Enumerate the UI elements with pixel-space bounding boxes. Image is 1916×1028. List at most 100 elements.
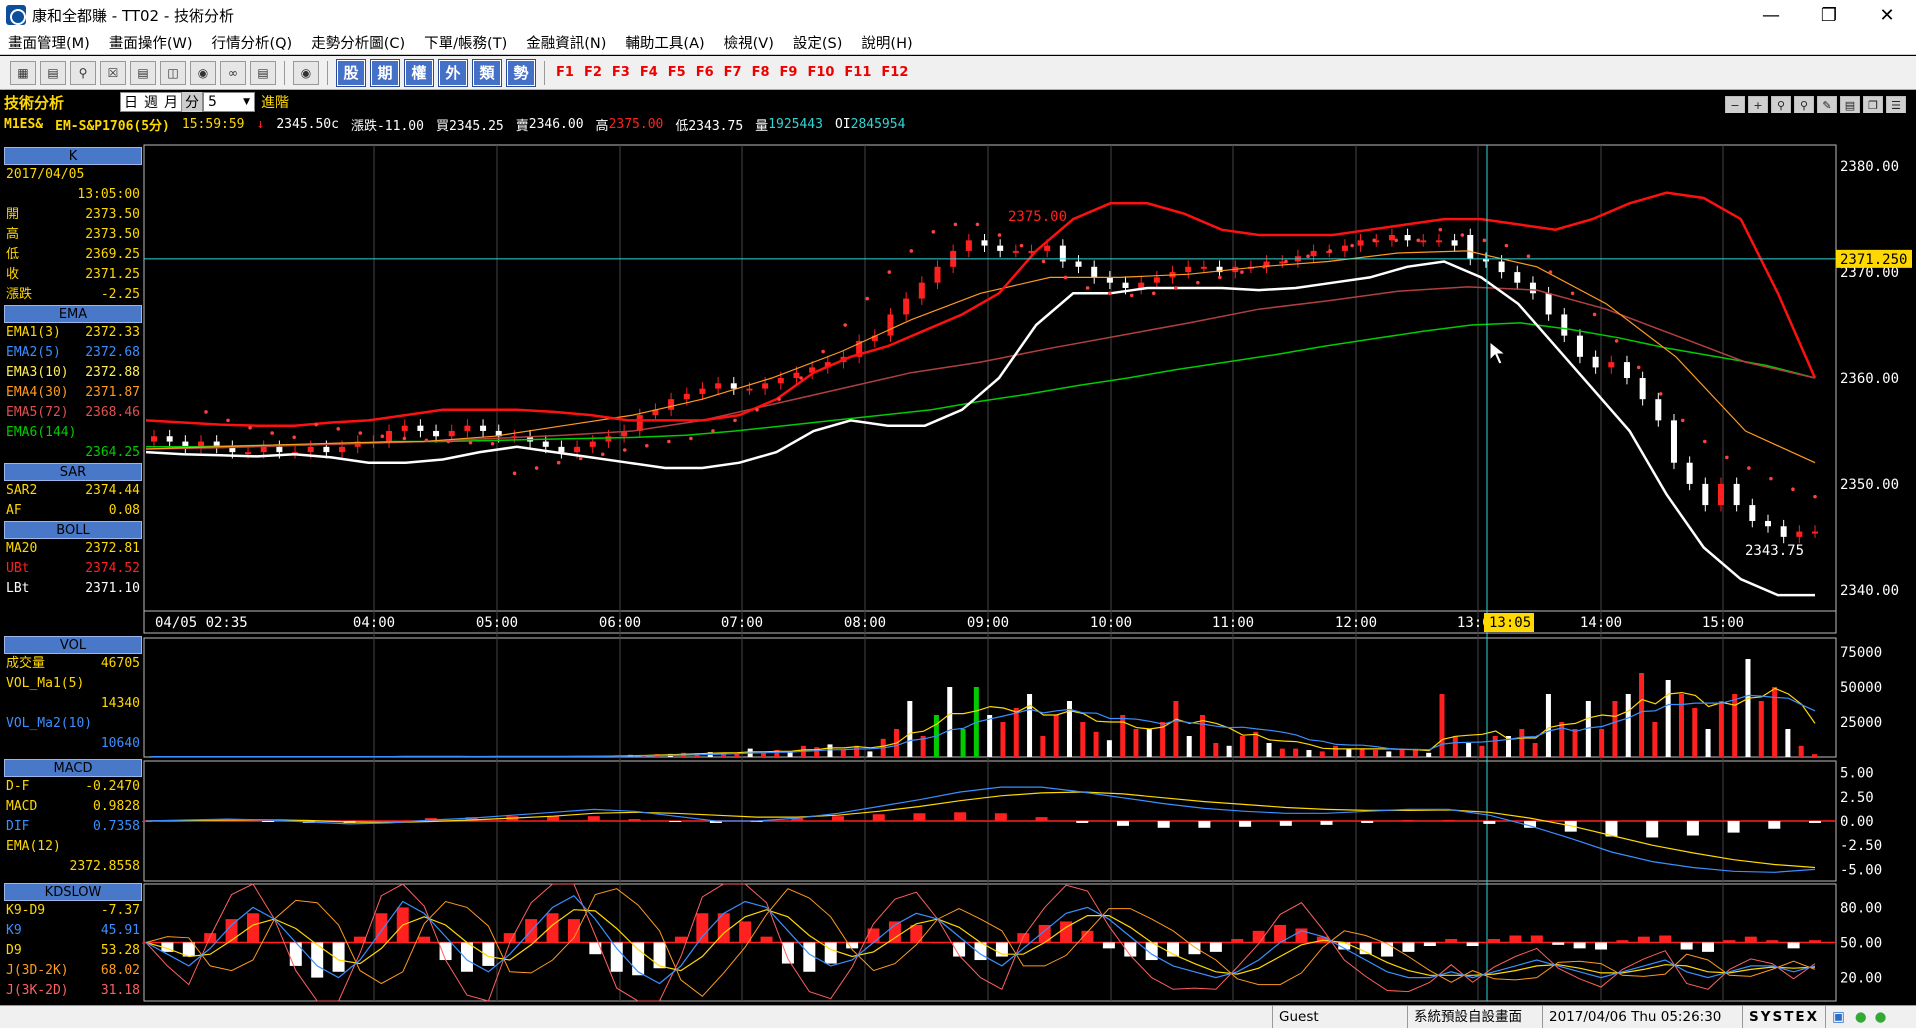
sar-dot — [512, 471, 517, 476]
vol-ma2-value-row: 10640 — [4, 734, 142, 754]
ema5-value: 2368.46 — [85, 405, 140, 420]
volume-bar — [1452, 736, 1458, 757]
candle-body — [276, 446, 283, 453]
sar-dot — [468, 440, 473, 445]
candle-body — [1310, 250, 1317, 257]
ema12-row: EMA(12) — [4, 837, 142, 857]
candle-body — [699, 388, 706, 394]
sar-row: SAR2 2374.44 — [4, 481, 142, 501]
volume-bar — [1732, 694, 1738, 757]
sar-dot — [1240, 270, 1244, 274]
candle-body — [1608, 362, 1615, 368]
macd-tick-label: 5.00 — [1840, 766, 1874, 782]
ema2-row: EMA2(5) 2372.68 — [4, 343, 142, 363]
kd-histogram-bar — [632, 942, 645, 976]
vol-ma1-label: VOL_Ma1(5) — [6, 676, 85, 691]
kd-histogram-bar — [674, 936, 687, 943]
sar-dot — [1107, 291, 1112, 296]
price-tick-label: 2380.00 — [1840, 159, 1899, 175]
volume-tick-label: 50000 — [1840, 680, 1882, 696]
macd-histogram-bar — [872, 814, 885, 821]
candle-body — [981, 240, 988, 246]
vol-ma2-row: VOL_Ma2(10) — [4, 714, 142, 734]
volume-bar — [1692, 708, 1698, 757]
candle-body — [1780, 526, 1787, 537]
candle-body — [1670, 420, 1677, 463]
lbt-value: 2371.10 — [85, 581, 140, 596]
volume-bar — [1466, 743, 1472, 757]
ma20-row: MA20 2372.81 — [4, 539, 142, 559]
k-close-row: 收 2371.25 — [4, 265, 142, 285]
macd-histogram-bar — [587, 816, 600, 821]
vol-ma2-label: VOL_Ma2(10) — [6, 716, 93, 731]
macd-tick-label: -2.50 — [1840, 838, 1882, 854]
j3k-label: J(3K-2D) — [6, 983, 69, 998]
sar-value: 2374.44 — [85, 483, 140, 498]
volume-bar — [1559, 722, 1565, 757]
candle-body — [1498, 261, 1505, 273]
k-change-row: 漲跌 -2.25 — [4, 285, 142, 305]
price-tick-label: 2350.00 — [1840, 477, 1899, 493]
sar-label: SAR2 — [6, 483, 38, 498]
server-icon: ● — [1874, 1009, 1887, 1025]
sar-dot — [556, 460, 561, 465]
candle-body — [574, 446, 581, 453]
candle-body — [182, 441, 189, 447]
sar-dot — [1504, 243, 1509, 248]
chart-canvas: 04/05 02:35 04:00 05:00 06:00 07:00 08:00 09:0… — [140, 144, 1912, 1002]
volume-bar — [1293, 748, 1299, 757]
volume-bar — [1412, 750, 1418, 757]
volume-bar — [1093, 731, 1099, 757]
volume-bar — [947, 687, 953, 757]
vol-label: 成交量 — [6, 656, 46, 671]
kd-histogram-bar — [824, 942, 837, 964]
crosshair-price-label: 2371.250 — [1840, 252, 1907, 268]
volume-bar — [1106, 740, 1112, 757]
sar-dot — [909, 249, 914, 253]
sar-dot — [777, 397, 781, 401]
volume-bar — [1519, 729, 1525, 757]
kd-histogram-bar — [1231, 938, 1244, 943]
ema12-value-row: 2372.8558 — [4, 857, 142, 877]
macd-histogram-bar — [1686, 821, 1699, 836]
candle-body — [1357, 240, 1364, 246]
volume-bar — [1013, 708, 1019, 757]
volume-tick-label: 75000 — [1840, 645, 1882, 661]
sar-dot — [446, 439, 451, 444]
candle-body — [1091, 266, 1098, 278]
j3d-value: 68.02 — [100, 963, 140, 978]
macd-histogram-bar — [1116, 821, 1129, 826]
kd-histogram-bar — [739, 921, 752, 943]
sar-dot — [1063, 275, 1068, 280]
macd-histogram-bar — [1198, 821, 1211, 828]
macd-histogram-bar — [1239, 821, 1252, 827]
ema3-value: 2372.88 — [85, 365, 140, 380]
volume-bar — [814, 747, 820, 757]
volume-bar — [1625, 694, 1631, 757]
sar-dot — [645, 443, 649, 448]
candle-body — [1075, 261, 1082, 267]
x-tick-label: 05:00 — [476, 615, 518, 631]
kd-histogram-bar — [1809, 940, 1821, 943]
sar-dot — [667, 439, 671, 444]
candle-body — [339, 446, 346, 453]
candle-body — [1733, 483, 1740, 506]
volume-bar — [1359, 748, 1365, 757]
volume-bar — [1226, 745, 1232, 757]
sar-dot — [204, 410, 208, 414]
volume-bar — [787, 752, 793, 757]
volume-bar — [1133, 729, 1139, 757]
k9-label: K9 — [6, 923, 22, 938]
k-low-value: 2369.25 — [85, 247, 140, 262]
kd-histogram-bar — [781, 942, 794, 964]
application-window: 康和全都賺 - TT02 - 技術分析 — ❐ ✕ 畫面管理(M) 畫面操作(W… — [0, 0, 1916, 1028]
candle-body — [965, 240, 972, 251]
candle-body — [1639, 378, 1646, 400]
sar-dot — [1526, 254, 1531, 259]
kd-histogram-bar — [653, 942, 666, 969]
volume-bar — [1386, 751, 1392, 757]
volume-bar — [1545, 694, 1551, 757]
screen-name: 系統預設自設畫面 — [1407, 1005, 1542, 1028]
k-time: 13:05:00 — [77, 187, 140, 202]
candle-body — [464, 425, 471, 431]
